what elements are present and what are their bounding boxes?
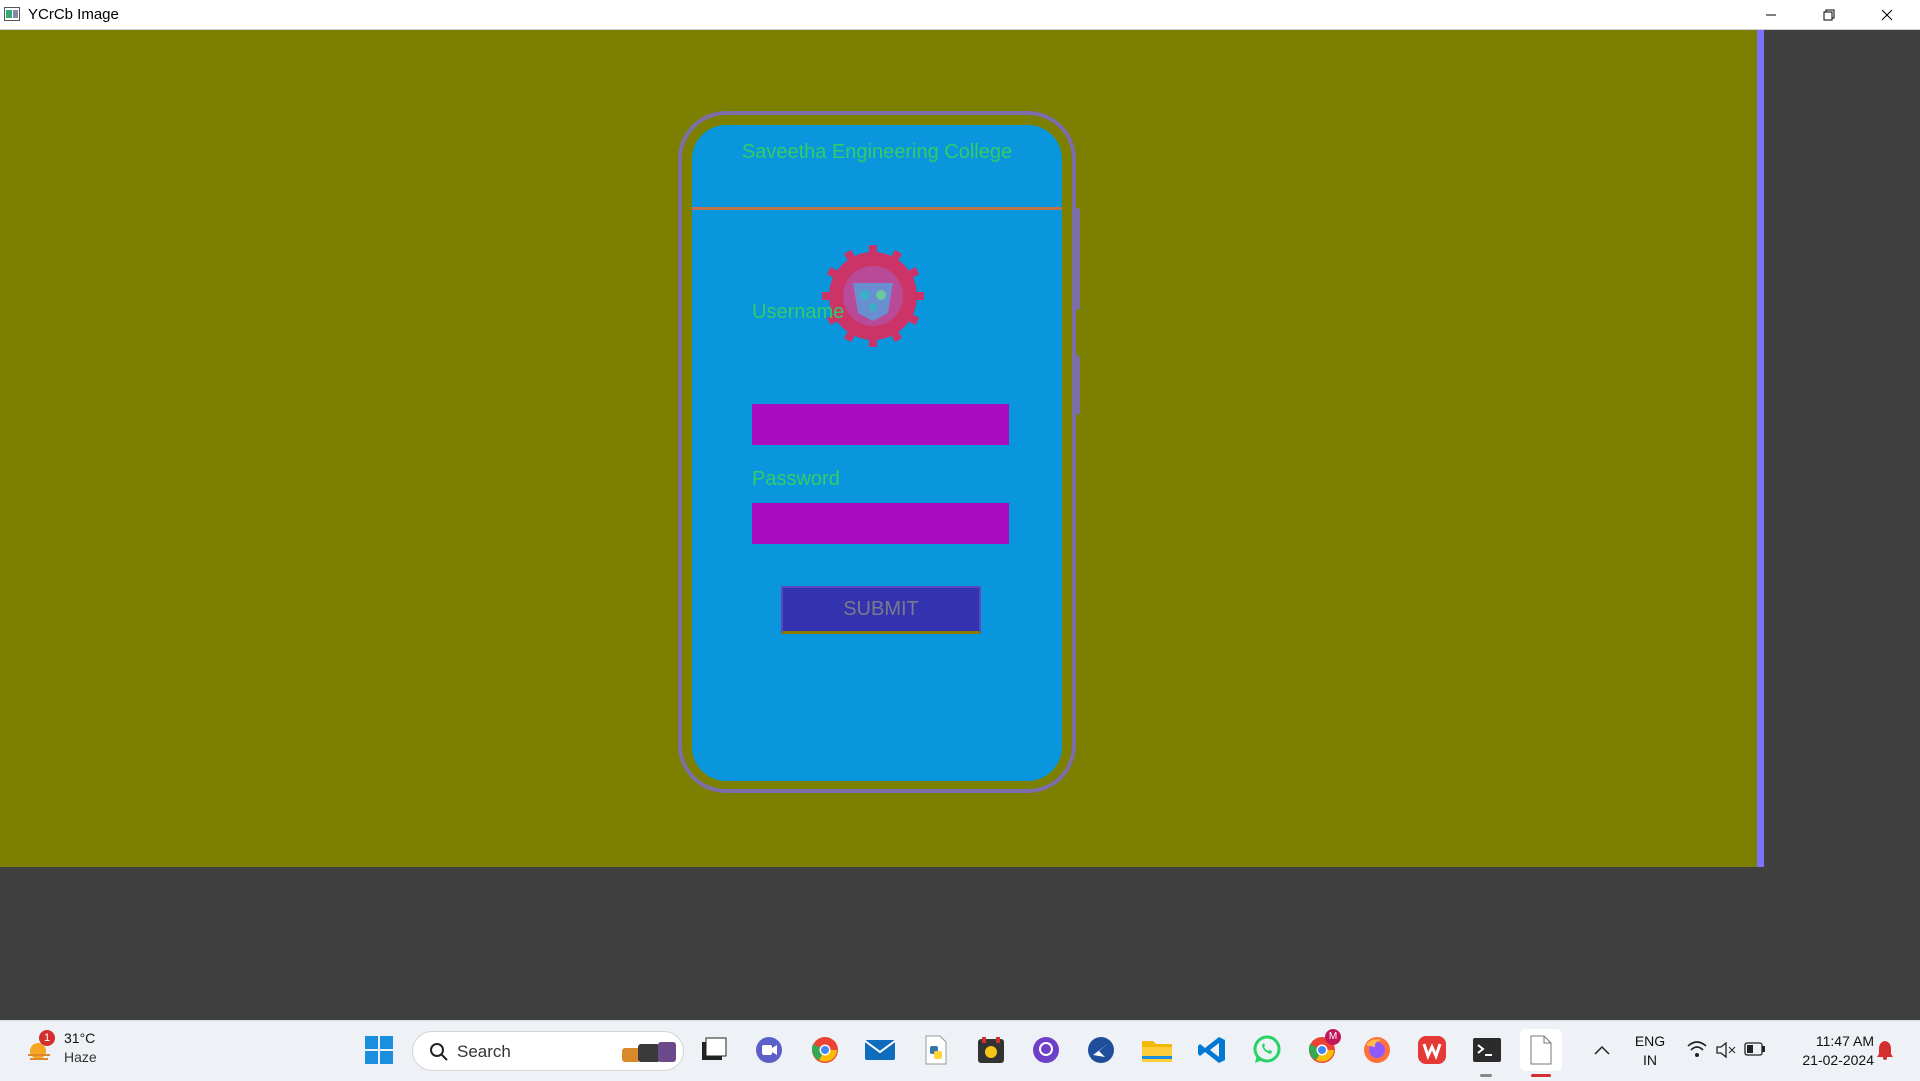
vscode-icon	[1198, 1037, 1225, 1063]
chevron-up-icon	[1594, 1045, 1610, 1055]
search-icon	[430, 1043, 448, 1061]
app-header-title: Saveetha Engineering College	[741, 141, 1013, 163]
python-file-icon	[925, 1035, 947, 1065]
username-label: Username	[752, 301, 845, 323]
taskbar-search[interactable]: Search	[412, 1031, 684, 1071]
speaker-muted-icon	[1716, 1041, 1736, 1059]
taskbar-file-explorer[interactable]	[1140, 1033, 1174, 1067]
taskbar-whatsapp[interactable]	[1250, 1033, 1284, 1067]
phone-side-button	[1075, 208, 1080, 310]
firefox-icon	[1364, 1037, 1390, 1063]
document-icon	[1530, 1035, 1552, 1065]
chrome-profile-badge: M	[1325, 1029, 1341, 1045]
weather-condition: Haze	[64, 1049, 97, 1065]
phone-screen: Saveetha Engineering College Username Pa…	[692, 125, 1062, 781]
taskbar-mail[interactable]	[863, 1033, 897, 1067]
window-title: YCrCb Image	[28, 6, 119, 23]
taskbar-python[interactable]	[919, 1033, 953, 1067]
window-titlebar: YCrCb Image	[0, 0, 1920, 30]
taskbar-chrome-profile[interactable]: M	[1305, 1029, 1341, 1067]
clock[interactable]: 11:47 AM 21-02-2024	[1780, 1031, 1874, 1071]
restore-button[interactable]	[1800, 0, 1858, 29]
running-indicator	[1480, 1074, 1492, 1077]
language-line1: ENG	[1634, 1033, 1666, 1049]
taskbar-github[interactable]	[1029, 1033, 1063, 1067]
taskbar-wps-office[interactable]	[1415, 1033, 1449, 1067]
close-icon	[1881, 9, 1893, 20]
wifi-icon	[1687, 1041, 1707, 1057]
media-app-icon	[978, 1037, 1004, 1063]
system-tray[interactable]	[1684, 1039, 1768, 1063]
submit-button[interactable]: SUBMIT	[781, 586, 981, 634]
taskbar-messenger[interactable]	[1084, 1033, 1118, 1067]
password-field[interactable]	[752, 503, 1009, 544]
clock-time: 11:47 AM	[1815, 1033, 1874, 1049]
video-call-icon	[756, 1037, 782, 1063]
weather-widget[interactable]: 1 31°C Haze	[20, 1021, 110, 1081]
show-hidden-icons-button[interactable]	[1585, 1033, 1619, 1067]
image-edge-strip	[1757, 30, 1764, 867]
password-label: Password	[752, 468, 840, 490]
folder-icon	[1142, 1041, 1172, 1062]
username-field[interactable]	[752, 404, 1009, 445]
github-icon	[1033, 1037, 1059, 1063]
language-indicator[interactable]: ENG IN	[1628, 1031, 1672, 1071]
weather-badge: 1	[39, 1030, 55, 1046]
taskbar-notepad[interactable]	[1520, 1029, 1562, 1071]
active-indicator	[1531, 1074, 1551, 1077]
language-line2: IN	[1643, 1052, 1657, 1068]
start-button[interactable]	[362, 1033, 396, 1067]
college-logo	[822, 245, 924, 347]
phone-side-button	[1075, 355, 1080, 415]
task-view-button[interactable]	[696, 1033, 730, 1067]
taskbar-firefox[interactable]	[1360, 1033, 1394, 1067]
weather-temp: 31°C	[64, 1030, 96, 1046]
chrome-icon	[811, 1037, 838, 1063]
whatsapp-icon	[1253, 1035, 1281, 1063]
close-button[interactable]	[1858, 0, 1916, 29]
messenger-icon	[1088, 1037, 1114, 1063]
taskbar-chrome[interactable]	[808, 1033, 842, 1067]
restore-icon	[1823, 9, 1835, 20]
windows-start-icon	[365, 1036, 393, 1064]
battery-icon	[1744, 1042, 1765, 1056]
terminal-icon	[1473, 1038, 1501, 1062]
clock-date: 21-02-2024	[1802, 1052, 1874, 1068]
app-icon	[4, 7, 20, 21]
task-view-icon	[702, 1037, 727, 1060]
bell-icon	[1877, 1041, 1893, 1060]
notifications-button[interactable]	[1870, 1033, 1900, 1067]
wps-office-icon	[1418, 1036, 1446, 1064]
taskbar-media[interactable]	[974, 1033, 1008, 1067]
taskbar-meet[interactable]	[752, 1033, 786, 1067]
minimize-button[interactable]	[1742, 0, 1800, 29]
search-placeholder: Search	[457, 1042, 511, 1061]
header-divider	[692, 207, 1062, 210]
minimize-icon	[1766, 14, 1776, 15]
search-highlight-icon	[622, 1042, 676, 1062]
taskbar-terminal[interactable]	[1470, 1033, 1504, 1067]
taskbar-vscode[interactable]	[1195, 1033, 1229, 1067]
taskbar: 1 31°C Haze Search M ENG IN 11:47 AM 21-…	[0, 1020, 1920, 1081]
mail-icon	[864, 1040, 896, 1060]
